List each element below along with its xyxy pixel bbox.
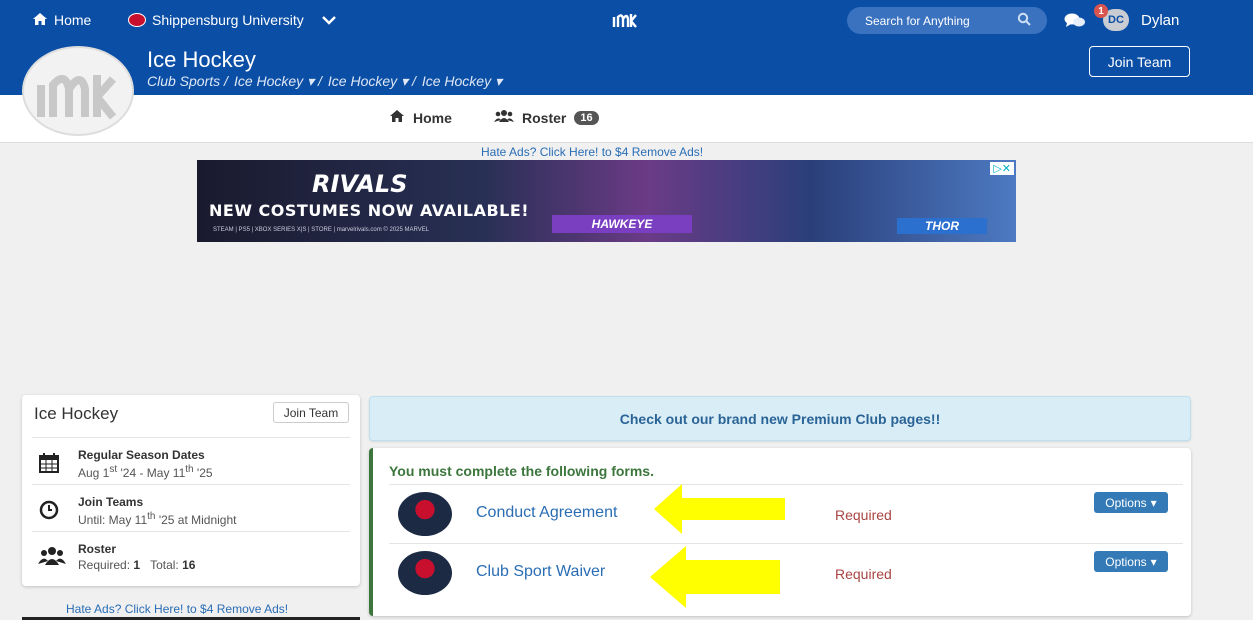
join-teams-row: Join Teams Until: May 11th '25 at Midnig… xyxy=(32,484,350,531)
tab-roster[interactable]: Roster 16 xyxy=(494,109,599,126)
calendar-icon xyxy=(38,452,60,480)
form-link[interactable]: Conduct Agreement xyxy=(476,504,617,522)
tab-home[interactable]: Home xyxy=(389,109,452,126)
banner-hero-label: HAWKEYE xyxy=(552,215,692,233)
breadcrumb: Club Sports / Ice Hockey ▾ / Ice Hockey … xyxy=(147,73,502,90)
join-teams-deadline: Until: May 11th '25 at Midnight xyxy=(78,511,237,527)
tab-home-label: Home xyxy=(413,109,452,126)
roster-counts: Required: 1 Total: 16 xyxy=(78,558,196,572)
clock-icon xyxy=(38,499,60,527)
school-dropdown[interactable]: Shippensburg University xyxy=(128,0,336,40)
roster-heading: Roster xyxy=(78,542,117,556)
breadcrumb-item[interactable]: Ice Hockey ▾ xyxy=(422,73,502,90)
caret-down-icon: ▾ xyxy=(1150,495,1157,510)
season-dates-heading: Regular Season Dates xyxy=(78,448,205,462)
team-subnav: Home Roster 16 xyxy=(0,95,1253,143)
join-team-button[interactable]: Join Team xyxy=(1089,46,1190,77)
notification-badge: 1 xyxy=(1094,4,1108,18)
search-input[interactable]: Search for Anything xyxy=(847,7,1047,34)
imleagues-logo-icon xyxy=(612,14,637,28)
breadcrumb-item[interactable]: Ice Hockey ▾ / xyxy=(234,73,322,90)
page-title: Ice Hockey xyxy=(147,47,256,72)
nav-home-label: Home xyxy=(54,12,92,28)
team-logo xyxy=(22,46,134,136)
roster-count-badge: 16 xyxy=(574,110,599,125)
season-dates-row: Regular Season Dates Aug 1st '24 - May 1… xyxy=(32,437,350,484)
options-label: Options xyxy=(1105,495,1147,510)
team-header: Ice Hockey Club Sports / Ice Hockey ▾ / … xyxy=(0,40,1253,95)
search-placeholder: Search for Anything xyxy=(865,13,970,28)
remove-ads-link[interactable]: Hate Ads? Click Here! to $4 Remove Ads! xyxy=(66,602,288,616)
chevron-down-icon xyxy=(321,12,336,28)
user-avatar-wrap[interactable]: DC 1 xyxy=(1094,4,1129,31)
join-teams-heading: Join Teams xyxy=(78,495,144,509)
school-logo-icon xyxy=(128,13,146,27)
options-label: Options xyxy=(1105,554,1147,569)
home-icon xyxy=(389,109,405,126)
join-team-button[interactable]: Join Team xyxy=(273,402,349,423)
card-title: Ice Hockey xyxy=(34,404,119,423)
user-name[interactable]: Dylan xyxy=(1141,0,1179,40)
tab-roster-label: Roster xyxy=(522,109,567,126)
roster-row: Roster Required: 1 Total: 16 xyxy=(32,531,350,578)
school-name: Shippensburg University xyxy=(152,12,304,28)
form-row: Club Sport Waiver Required Options ▾ xyxy=(389,543,1183,601)
options-button[interactable]: Options ▾ xyxy=(1094,492,1168,513)
banner-platforms: STEAM | PS5 | XBOX SERIES X|S | STORE | … xyxy=(213,227,430,233)
form-status: Required xyxy=(835,566,892,582)
chat-icon[interactable] xyxy=(1064,0,1086,40)
remove-ads-link[interactable]: Hate Ads? Click Here! to $4 Remove Ads! xyxy=(481,145,703,159)
home-icon xyxy=(32,12,48,29)
ad-banner[interactable]: RIVALS NEW COSTUMES NOW AVAILABLE! STEAM… xyxy=(197,160,1016,242)
ad-close-icon[interactable]: ▷✕ xyxy=(990,162,1014,175)
season-dates-value: Aug 1st '24 - May 11th '25 xyxy=(78,464,213,480)
forms-heading: You must complete the following forms. xyxy=(389,463,654,479)
form-link[interactable]: Club Sport Waiver xyxy=(476,563,605,581)
breadcrumb-item[interactable]: Ice Hockey ▾ / xyxy=(328,73,416,90)
search-icon[interactable] xyxy=(1017,12,1031,29)
banner-headline: NEW COSTUMES NOW AVAILABLE! xyxy=(209,201,530,220)
banner-logo: RIVALS xyxy=(312,170,408,198)
form-status: Required xyxy=(835,507,892,523)
nav-home-link[interactable]: Home xyxy=(32,0,91,40)
options-button[interactable]: Options ▾ xyxy=(1094,551,1168,572)
top-navbar: Home Shippensburg University Search for … xyxy=(0,0,1253,40)
imleagues-watermark-icon xyxy=(37,75,117,120)
annotation-arrow-icon xyxy=(650,546,780,608)
annotation-arrow-icon xyxy=(654,484,785,534)
breadcrumb-item[interactable]: Club Sports / xyxy=(147,73,228,90)
caret-down-icon: ▾ xyxy=(1150,554,1157,569)
team-info-card: Ice Hockey Join Team Regular Season Date… xyxy=(22,395,360,586)
users-icon xyxy=(494,109,514,126)
recreation-logo-icon xyxy=(398,492,452,536)
premium-club-promo[interactable]: Check out our brand new Premium Club pag… xyxy=(369,396,1191,441)
banner-hero-label: THOR xyxy=(897,218,987,234)
users-icon xyxy=(38,546,66,572)
recreation-logo-icon xyxy=(398,551,452,595)
imleagues-logo[interactable] xyxy=(612,0,638,40)
